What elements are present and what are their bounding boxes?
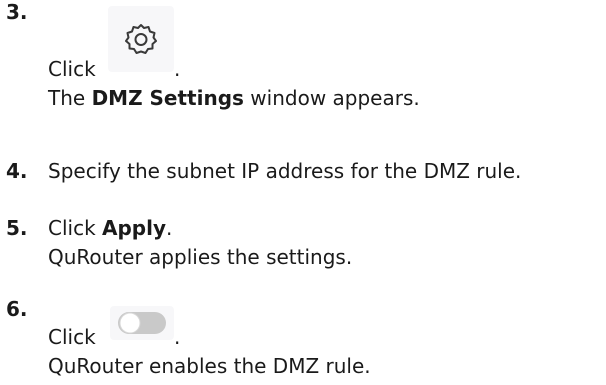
step-text-period: . bbox=[174, 57, 181, 81]
step-result: QuRouter enables the DMZ rule. bbox=[48, 354, 371, 378]
step-number: 5. bbox=[6, 216, 28, 240]
step-number: 4. bbox=[6, 159, 28, 183]
settings-button[interactable] bbox=[108, 6, 174, 72]
step-text: Specify the subnet IP address for the DM… bbox=[48, 159, 522, 183]
step-number: 6. bbox=[6, 297, 28, 321]
window-name: DMZ Settings bbox=[91, 86, 244, 110]
step-text: Click bbox=[48, 325, 96, 349]
step-text: Click bbox=[48, 57, 96, 81]
dmz-toggle[interactable] bbox=[110, 306, 174, 340]
step-result: QuRouter applies the settings. bbox=[48, 245, 353, 269]
gear-icon bbox=[125, 24, 157, 54]
step-result: The DMZ Settings window appears. bbox=[48, 86, 420, 110]
step-number: 3. bbox=[6, 0, 28, 24]
toggle-switch-icon bbox=[118, 312, 166, 334]
step-text: Click Apply. bbox=[48, 216, 173, 240]
apply-label: Apply bbox=[102, 216, 167, 240]
step-text-period: . bbox=[174, 325, 181, 349]
